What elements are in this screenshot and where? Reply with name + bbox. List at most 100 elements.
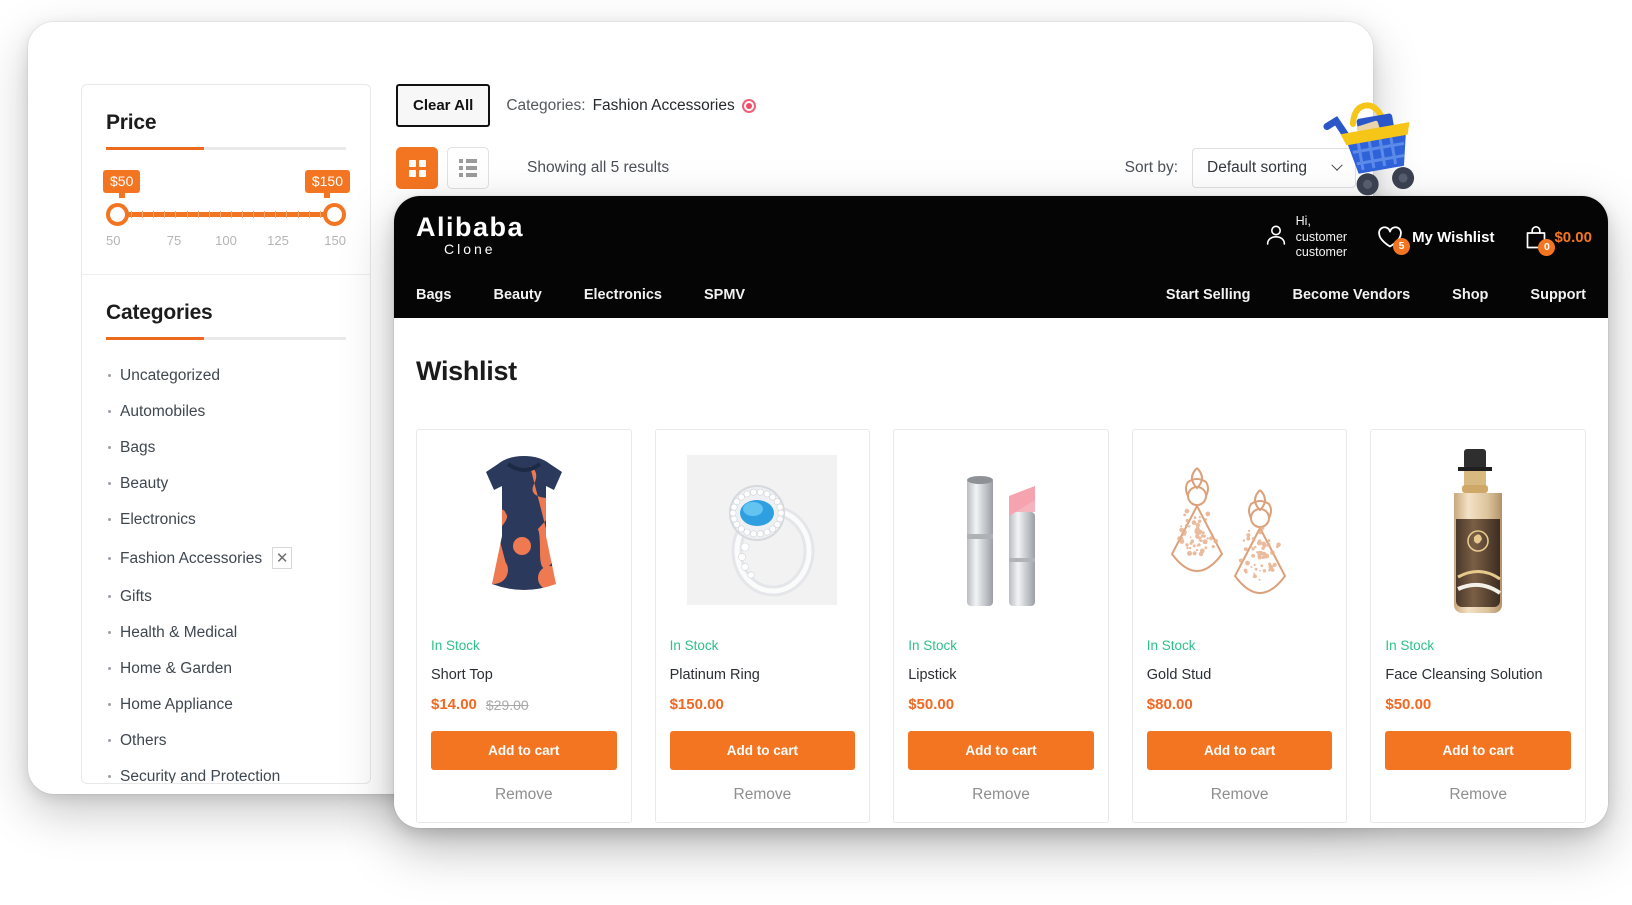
nav-link[interactable]: Electronics — [563, 287, 683, 303]
product-name[interactable]: Face Cleansing Solution — [1385, 667, 1571, 683]
product-price: $50.00 — [908, 696, 954, 713]
category-item[interactable]: Gifts — [106, 579, 346, 615]
category-item[interactable]: Security and Protection — [106, 759, 346, 784]
wishlist-label: My Wishlist — [1412, 229, 1494, 246]
logo-main-text: Alibaba — [416, 212, 524, 243]
add-to-cart-button[interactable]: Add to cart — [431, 731, 617, 770]
price-max-handle[interactable] — [323, 203, 346, 226]
product-image[interactable] — [1385, 444, 1571, 616]
product-price: $80.00 — [1147, 696, 1193, 713]
price-scale-labels: 50 75 100 125 150 — [106, 233, 346, 248]
category-label: Fashion Accessories — [120, 550, 262, 567]
category-list: Uncategorized Automobiles Bags Beauty Electr… — [106, 358, 346, 784]
account-menu[interactable]: Hi, customer customer — [1265, 214, 1347, 261]
price-min-handle[interactable] — [106, 203, 129, 226]
remove-filter-icon[interactable] — [742, 99, 756, 113]
category-item[interactable]: Home & Garden — [106, 651, 346, 687]
nav-link[interactable]: Shop — [1431, 287, 1509, 303]
category-label: Health & Medical — [120, 624, 237, 641]
wishlist-count-badge: 5 — [1393, 238, 1410, 255]
price-tick-2: 100 — [210, 233, 242, 248]
page-title: Wishlist — [416, 356, 1586, 387]
add-to-cart-button[interactable]: Add to cart — [670, 731, 856, 770]
stock-status: In Stock — [1385, 638, 1571, 653]
product-card: In Stock Short Top $14.00 $29.00 Add to cart… — [416, 429, 632, 823]
bullet-icon — [108, 374, 111, 377]
product-name[interactable]: Gold Stud — [1147, 667, 1333, 683]
category-item[interactable]: Fashion Accessories ✕ — [106, 538, 346, 579]
nav-link[interactable]: SPMV — [683, 287, 766, 303]
add-to-cart-button[interactable]: Add to cart — [908, 731, 1094, 770]
price-range-slider[interactable]: $50 $150 50 75 100 125 150 — [106, 186, 346, 252]
header-actions: Hi, customer customer 5 My Wishlist 0 $0… — [1265, 214, 1592, 261]
price-filter-title: Price — [106, 111, 346, 135]
remove-button[interactable]: Remove — [670, 786, 856, 804]
sort-control: Sort by: Default sorting — [1125, 148, 1356, 188]
wishlist-product-grid: In Stock Short Top $14.00 $29.00 Add to cart… — [416, 429, 1586, 823]
active-filter-value: Fashion Accessories — [593, 97, 735, 115]
product-image[interactable] — [670, 444, 856, 616]
filter-sidebar: Price $50 $150 50 75 100 125 150 Categor… — [81, 84, 371, 784]
remove-button[interactable]: Remove — [1147, 786, 1333, 804]
price-min-bubble: $50 — [103, 170, 140, 193]
list-view-icon — [459, 159, 477, 177]
grid-view-button[interactable] — [396, 147, 438, 189]
categories-filter-title: Categories — [106, 301, 346, 325]
nav-link[interactable]: Become Vendors — [1272, 287, 1432, 303]
category-label: Home Appliance — [120, 696, 233, 713]
clear-all-button[interactable]: Clear All — [396, 84, 490, 127]
cart-link[interactable]: 0 $0.00 — [1524, 225, 1592, 250]
category-item[interactable]: Beauty — [106, 466, 346, 502]
bullet-icon — [108, 703, 111, 706]
product-image[interactable] — [908, 444, 1094, 616]
stock-status: In Stock — [431, 638, 617, 653]
product-image[interactable] — [431, 444, 617, 616]
category-item[interactable]: Others — [106, 723, 346, 759]
remove-button[interactable]: Remove — [1385, 786, 1571, 804]
product-name[interactable]: Short Top — [431, 667, 617, 683]
category-item[interactable]: Health & Medical — [106, 615, 346, 651]
category-label: Others — [120, 732, 167, 749]
category-label: Automobiles — [120, 403, 205, 420]
nav-link[interactable]: Support — [1509, 287, 1586, 303]
store-navbar: Bags Beauty Electronics SPMV Start Selling B… — [394, 272, 1608, 318]
chevron-down-icon — [1331, 160, 1342, 171]
close-icon[interactable]: ✕ — [272, 547, 292, 569]
wishlist-link[interactable]: 5 My Wishlist — [1377, 226, 1494, 249]
price-title-underline — [106, 147, 346, 150]
wishlist-section: Wishlist In Stock Short Top $14.00 $29.00 Ad… — [394, 318, 1608, 823]
product-price: $14.00 — [431, 696, 477, 713]
category-item[interactable]: Uncategorized — [106, 358, 346, 394]
store-logo[interactable]: Alibaba Clone — [416, 212, 524, 257]
nav-link[interactable]: Beauty — [472, 287, 562, 303]
category-label: Beauty — [120, 475, 168, 492]
logo-sub-text: Clone — [444, 241, 524, 257]
add-to-cart-button[interactable]: Add to cart — [1147, 731, 1333, 770]
price-tick-0: 50 — [106, 233, 138, 248]
category-label: Electronics — [120, 511, 196, 528]
category-item[interactable]: Home Appliance — [106, 687, 346, 723]
category-item[interactable]: Electronics — [106, 502, 346, 538]
nav-link[interactable]: Bags — [416, 287, 472, 303]
user-icon — [1265, 223, 1287, 252]
category-item[interactable]: Bags — [106, 430, 346, 466]
product-name[interactable]: Lipstick — [908, 667, 1094, 683]
stock-status: In Stock — [670, 638, 856, 653]
product-image[interactable] — [1147, 444, 1333, 616]
sort-select[interactable]: Default sorting — [1192, 148, 1356, 188]
add-to-cart-button[interactable]: Add to cart — [1385, 731, 1571, 770]
nav-link[interactable]: Start Selling — [1145, 287, 1272, 303]
slider-ticks — [120, 211, 332, 219]
remove-button[interactable]: Remove — [431, 786, 617, 804]
product-name[interactable]: Platinum Ring — [670, 667, 856, 683]
remove-button[interactable]: Remove — [908, 786, 1094, 804]
list-view-button[interactable] — [447, 147, 489, 189]
heart-icon-wrap: 5 — [1377, 226, 1403, 249]
active-filter-chip: Categories: Fashion Accessories — [506, 97, 755, 115]
active-filter-label: Categories: — [506, 97, 585, 115]
stock-status: In Stock — [908, 638, 1094, 653]
bullet-icon — [108, 739, 111, 742]
category-item[interactable]: Automobiles — [106, 394, 346, 430]
product-price-row: $14.00 $29.00 — [431, 696, 617, 713]
account-text: Hi, customer customer — [1296, 214, 1347, 261]
